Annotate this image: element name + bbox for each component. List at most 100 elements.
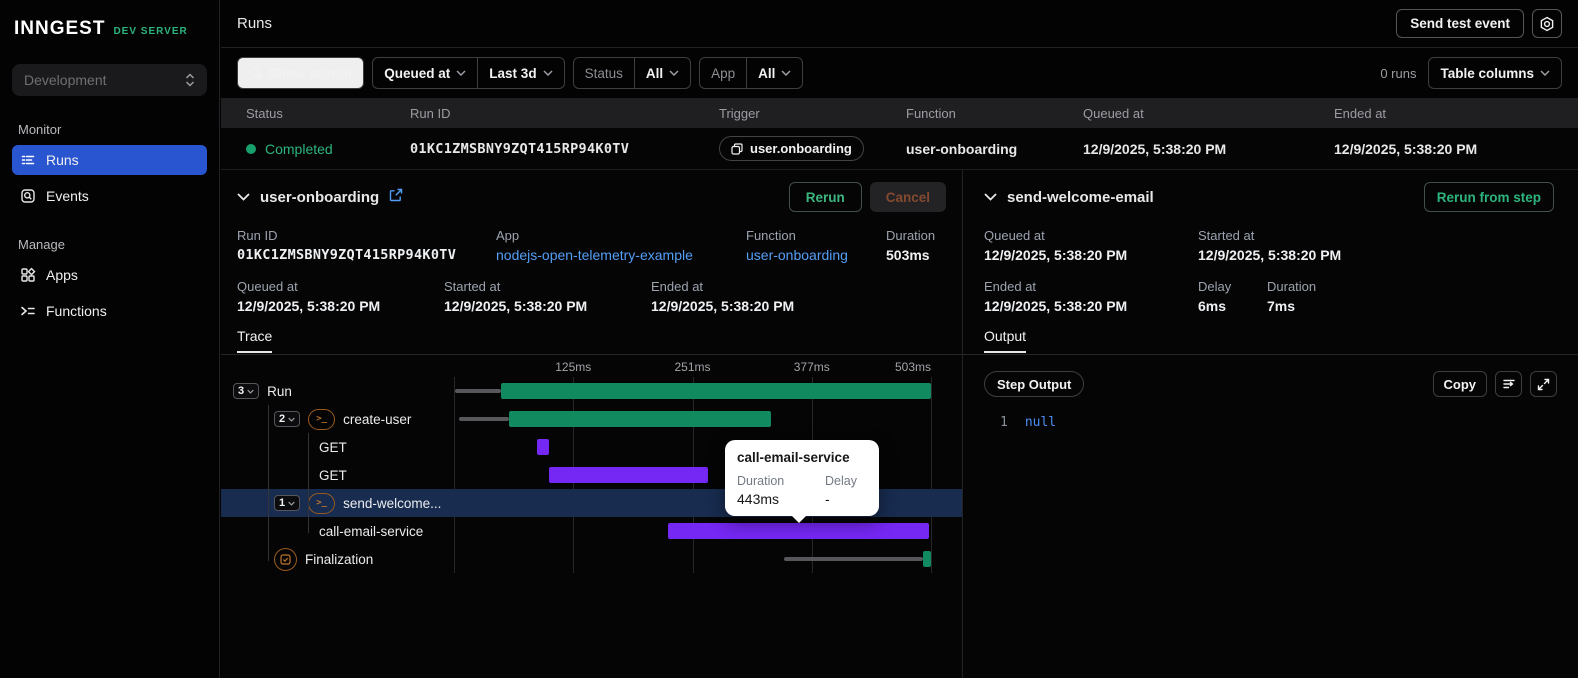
child-count-badge[interactable]: 2 [274, 411, 301, 427]
status-filter-dropdown[interactable]: Status All [572, 57, 692, 89]
trace-row[interactable]: 2 >_ create-user [221, 405, 962, 433]
table-columns-dropdown[interactable]: Table columns [1428, 57, 1562, 89]
tab-trace[interactable]: Trace [237, 328, 273, 353]
send-test-event-button[interactable]: Send test event [1396, 9, 1524, 38]
queue-delay-line [454, 389, 502, 393]
queued-at-value: 12/9/2025, 5:38:20 PM [1083, 140, 1227, 157]
function-link[interactable]: user-onboarding [746, 247, 886, 263]
span-bar[interactable] [548, 467, 708, 483]
step-duration: 7ms [1267, 298, 1296, 314]
events-icon [21, 189, 35, 203]
cancel-button[interactable]: Cancel [869, 182, 946, 212]
trace-tooltip: call-email-service Duration Delay 443ms … [725, 440, 879, 523]
app-link[interactable]: nodejs-open-telemetry-example [496, 247, 746, 263]
status-badge: Completed [265, 140, 333, 157]
field-label: Run ID [237, 228, 278, 243]
line-number: 1 [1000, 415, 1008, 430]
apps-icon [21, 267, 36, 282]
sidebar: INNGEST DEV SERVER Development Monitor R… [0, 0, 220, 678]
expand-icon [1537, 378, 1550, 390]
tooltip-title: call-email-service [737, 450, 850, 465]
queue-delay-line [458, 417, 509, 421]
trace-row[interactable]: call-email-service [221, 517, 962, 545]
span-bar[interactable] [536, 439, 549, 455]
field-label: Started at [1198, 228, 1255, 243]
col-status: Status [246, 105, 283, 121]
table-row[interactable]: Completed 01KC1ZMSBNY9ZQT415RP94K0TV use… [221, 128, 1578, 170]
time-filter-dropdown[interactable]: Queued at Last 3d [372, 57, 565, 89]
updown-chevron-icon [185, 73, 195, 87]
app-filter-label: App [711, 65, 736, 81]
trace-row-label: Run [267, 383, 292, 399]
chevron-down-icon [1540, 70, 1550, 76]
trigger-badge[interactable]: user.onboarding [719, 136, 864, 161]
word-wrap-button[interactable] [1495, 371, 1522, 397]
environment-select[interactable]: Development [12, 64, 207, 96]
table-columns-label: Table columns [1440, 65, 1534, 81]
child-count-badge[interactable]: 3 [233, 383, 260, 399]
runs-count: 0 runs [1380, 65, 1417, 81]
functions-icon [21, 306, 35, 316]
collapse-chevron-icon[interactable] [237, 193, 250, 201]
tree-guide-line [308, 433, 309, 533]
field-label: Delay [1198, 279, 1232, 294]
show-search-label: Show search [269, 65, 353, 81]
field-label: Function [746, 228, 796, 243]
col-function: Function [906, 105, 956, 121]
child-count-badge[interactable]: 1 [274, 495, 301, 511]
span-bar[interactable] [922, 551, 931, 567]
logo-row: INNGEST DEV SERVER [12, 18, 207, 40]
sidebar-item-events[interactable]: Events [12, 181, 207, 211]
filter-bar: Show search Queued at Last 3d Status All… [221, 48, 1578, 98]
rerun-button[interactable]: Rerun [788, 182, 862, 212]
col-ended-at: Ended at [1334, 105, 1387, 121]
run-id-value: 01KC1ZMSBNY9ZQT415RP94K0TV [410, 140, 630, 157]
sidebar-item-runs[interactable]: Runs [12, 145, 207, 175]
duration-value: 503ms [886, 247, 930, 263]
app-filter-value: All [758, 65, 776, 81]
run-title: user-onboarding [260, 188, 380, 206]
rerun-from-step-button[interactable]: Rerun from step [1423, 182, 1554, 212]
queue-delay-line [784, 557, 923, 561]
expand-button[interactable] [1530, 371, 1557, 397]
copy-button[interactable]: Copy [1432, 371, 1487, 397]
collapse-chevron-icon[interactable] [984, 193, 997, 201]
trace-row[interactable]: 3 Run [221, 377, 962, 405]
event-icon [731, 142, 743, 155]
external-link-icon[interactable] [389, 188, 403, 207]
trace-waterfall: 125ms 251ms 377ms 503ms 3 Run 2 >_ create-user G… [221, 359, 962, 575]
step-title: send-welcome-email [1007, 188, 1154, 206]
app-filter-dropdown[interactable]: App All [699, 57, 804, 89]
axis-tick-label: 125ms [555, 360, 592, 374]
span-bar[interactable] [668, 523, 930, 539]
step-code-icon: >_ [308, 492, 336, 514]
sidebar-item-apps[interactable]: Apps [12, 260, 207, 290]
page-title: Runs [237, 15, 273, 32]
tooltip-duration-label: Duration [737, 474, 785, 488]
span-bar[interactable] [508, 411, 772, 427]
chevron-down-icon [669, 70, 679, 76]
field-label: Ended at [651, 279, 704, 294]
inngest-logo: INNGEST [14, 18, 106, 39]
finalization-check-icon [274, 547, 297, 571]
axis-tick-label: 251ms [674, 360, 711, 374]
search-icon [250, 67, 262, 79]
function-name: user-onboarding [906, 140, 1018, 157]
step-delay: 6ms [1198, 298, 1227, 314]
output-toolbar: Step Output Copy [963, 371, 1578, 397]
runs-table-header: Status Run ID Trigger Function Queued at… [221, 98, 1578, 128]
trace-row[interactable]: Finalization [221, 545, 962, 573]
status-filter-value: All [645, 65, 664, 81]
ended-at-value: 12/9/2025, 5:38:20 PM [1334, 140, 1478, 157]
field-label: Started at [444, 279, 501, 294]
word-wrap-icon [1502, 379, 1515, 389]
span-bar[interactable] [501, 383, 931, 399]
field-label: Queued at [984, 228, 1045, 243]
tab-output[interactable]: Output [984, 328, 1027, 353]
show-search-button[interactable]: Show search [237, 57, 365, 89]
sidebar-item-label: Events [46, 188, 89, 204]
settings-button[interactable] [1532, 9, 1562, 38]
environment-select-value: Development [24, 72, 107, 88]
sidebar-item-functions[interactable]: Functions [12, 296, 207, 326]
step-started-at: 12/9/2025, 5:38:20 PM [1198, 247, 1342, 263]
